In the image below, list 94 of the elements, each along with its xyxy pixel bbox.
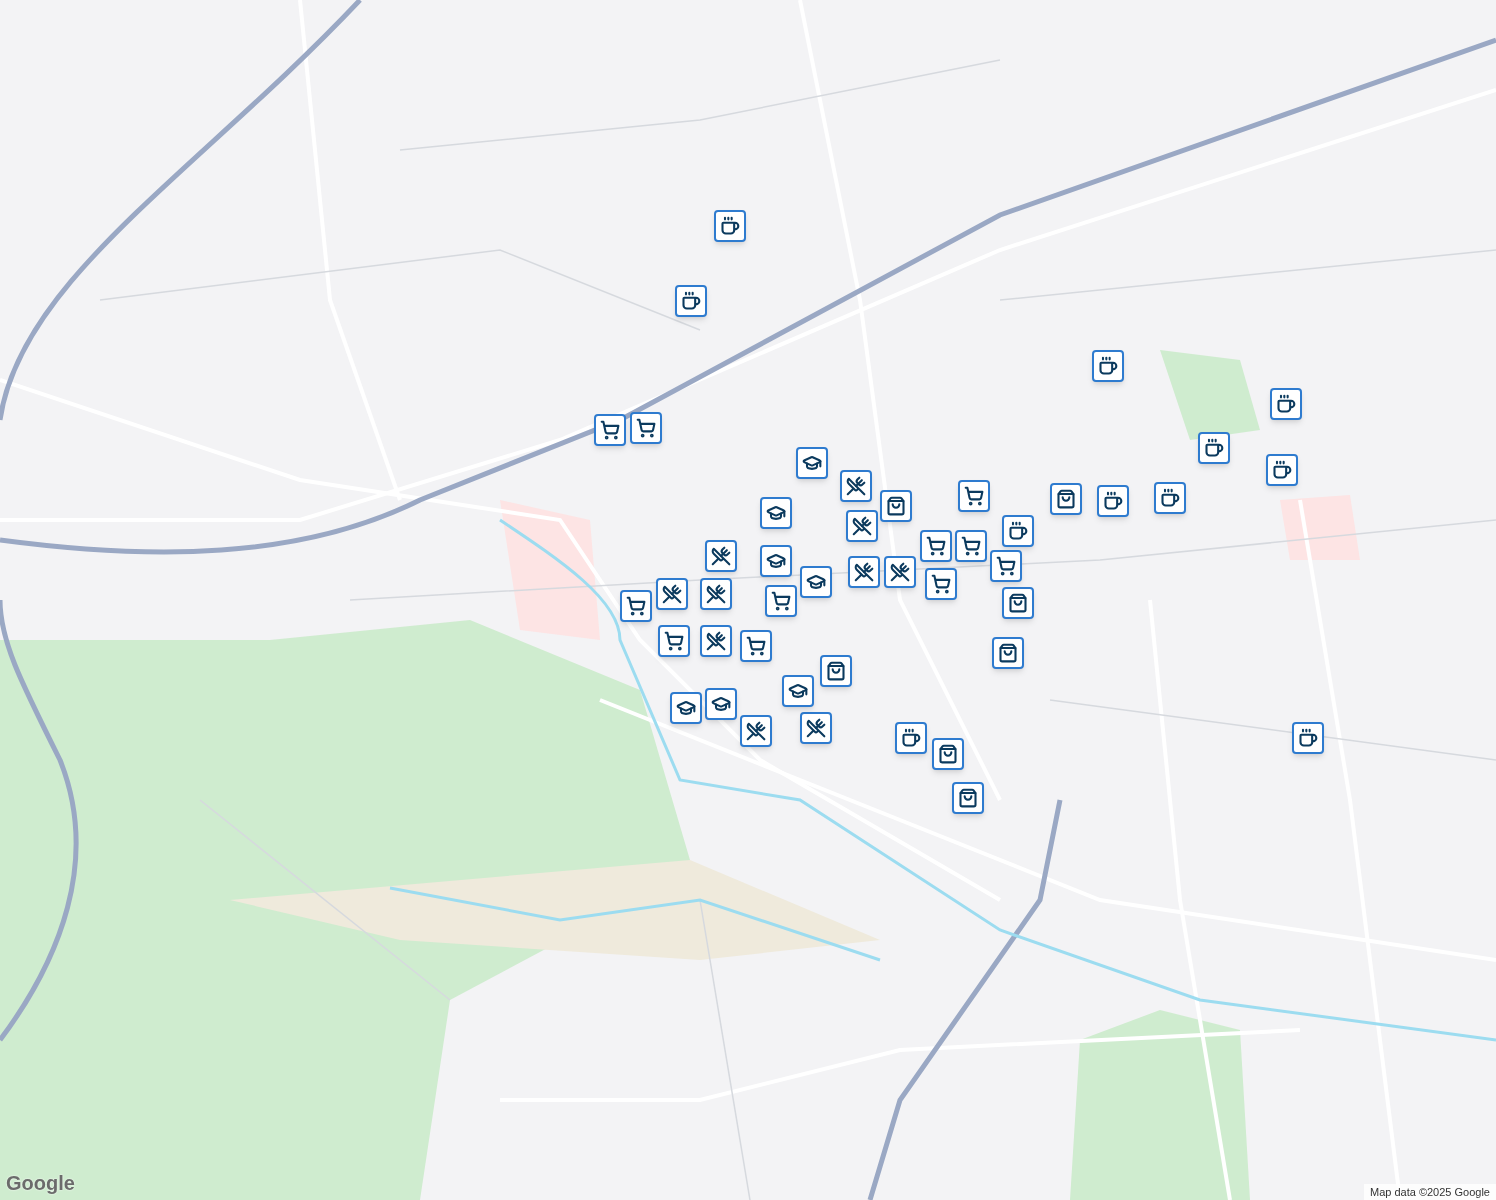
graduation-cap-icon: [802, 453, 822, 473]
shopping-cart-icon: [964, 486, 984, 506]
fork-knife-icon: [846, 476, 866, 496]
map-pin[interactable]: [714, 210, 746, 242]
map-pin[interactable]: [700, 625, 732, 657]
cup-icon: [681, 291, 701, 311]
shopping-bag-icon: [826, 661, 846, 681]
cup-icon: [1008, 521, 1028, 541]
fork-knife-icon: [706, 631, 726, 651]
map-pin[interactable]: [1097, 485, 1129, 517]
cup-icon: [1098, 356, 1118, 376]
cup-icon: [1298, 728, 1318, 748]
shopping-cart-icon: [600, 420, 620, 440]
map-pin[interactable]: [990, 550, 1022, 582]
map-pin[interactable]: [1154, 482, 1186, 514]
map-pin[interactable]: [658, 625, 690, 657]
map-pin[interactable]: [705, 540, 737, 572]
map-pin[interactable]: [992, 637, 1024, 669]
map-pin[interactable]: [705, 688, 737, 720]
map-pin[interactable]: [1266, 454, 1298, 486]
graduation-cap-icon: [766, 503, 786, 523]
graduation-cap-icon: [676, 698, 696, 718]
map-pin[interactable]: [884, 556, 916, 588]
graduation-cap-icon: [806, 572, 826, 592]
map-attribution: Map data ©2025 Google: [1363, 1184, 1496, 1200]
map-pin[interactable]: [958, 480, 990, 512]
cup-icon: [1272, 460, 1292, 480]
map-pin[interactable]: [740, 715, 772, 747]
map-pin[interactable]: [800, 566, 832, 598]
map-pin[interactable]: [820, 655, 852, 687]
map-pin[interactable]: [848, 556, 880, 588]
shopping-bag-icon: [886, 496, 906, 516]
fork-knife-icon: [852, 516, 872, 536]
map-pin[interactable]: [955, 530, 987, 562]
shopping-cart-icon: [771, 591, 791, 611]
map-pin[interactable]: [782, 675, 814, 707]
shopping-bag-icon: [998, 643, 1018, 663]
shopping-cart-icon: [664, 631, 684, 651]
fork-knife-icon: [706, 584, 726, 604]
map-pin[interactable]: [1292, 722, 1324, 754]
shopping-bag-icon: [938, 744, 958, 764]
map-pin[interactable]: [760, 545, 792, 577]
shopping-cart-icon: [626, 596, 646, 616]
cup-icon: [1103, 491, 1123, 511]
map-pin[interactable]: [630, 412, 662, 444]
map-pin[interactable]: [1050, 483, 1082, 515]
cup-icon: [720, 216, 740, 236]
map-pin[interactable]: [1270, 388, 1302, 420]
map-pin[interactable]: [670, 692, 702, 724]
map-pin[interactable]: [925, 568, 957, 600]
graduation-cap-icon: [788, 681, 808, 701]
map-pin[interactable]: [846, 510, 878, 542]
shopping-bag-icon: [1056, 489, 1076, 509]
cup-icon: [1276, 394, 1296, 414]
fork-knife-icon: [746, 721, 766, 741]
map-pin[interactable]: [796, 447, 828, 479]
map-pin[interactable]: [656, 578, 688, 610]
graduation-cap-icon: [766, 551, 786, 571]
map-pin[interactable]: [700, 578, 732, 610]
map-pin[interactable]: [765, 585, 797, 617]
shopping-bag-icon: [958, 788, 978, 808]
map-pin[interactable]: [840, 470, 872, 502]
map-pin[interactable]: [880, 490, 912, 522]
map-pin[interactable]: [800, 712, 832, 744]
map-pin[interactable]: [1002, 587, 1034, 619]
cup-icon: [1160, 488, 1180, 508]
map-pin[interactable]: [895, 722, 927, 754]
map-pin[interactable]: [932, 738, 964, 770]
fork-knife-icon: [806, 718, 826, 738]
shopping-cart-icon: [931, 574, 951, 594]
map-pin[interactable]: [594, 414, 626, 446]
map-pin[interactable]: [740, 630, 772, 662]
shopping-cart-icon: [926, 536, 946, 556]
cup-icon: [901, 728, 921, 748]
shopping-cart-icon: [996, 556, 1016, 576]
map-pin[interactable]: [1198, 432, 1230, 464]
map-pin[interactable]: [675, 285, 707, 317]
fork-knife-icon: [890, 562, 910, 582]
cup-icon: [1204, 438, 1224, 458]
shopping-bag-icon: [1008, 593, 1028, 613]
map-pin[interactable]: [952, 782, 984, 814]
shopping-cart-icon: [961, 536, 981, 556]
map-pin[interactable]: [1002, 515, 1034, 547]
map-pin[interactable]: [760, 497, 792, 529]
fork-knife-icon: [662, 584, 682, 604]
shopping-cart-icon: [636, 418, 656, 438]
fork-knife-icon: [711, 546, 731, 566]
google-logo: Google: [6, 1171, 75, 1196]
shopping-cart-icon: [746, 636, 766, 656]
map-pin[interactable]: [920, 530, 952, 562]
map-pin[interactable]: [620, 590, 652, 622]
graduation-cap-icon: [711, 694, 731, 714]
map-pin[interactable]: [1092, 350, 1124, 382]
fork-knife-icon: [854, 562, 874, 582]
